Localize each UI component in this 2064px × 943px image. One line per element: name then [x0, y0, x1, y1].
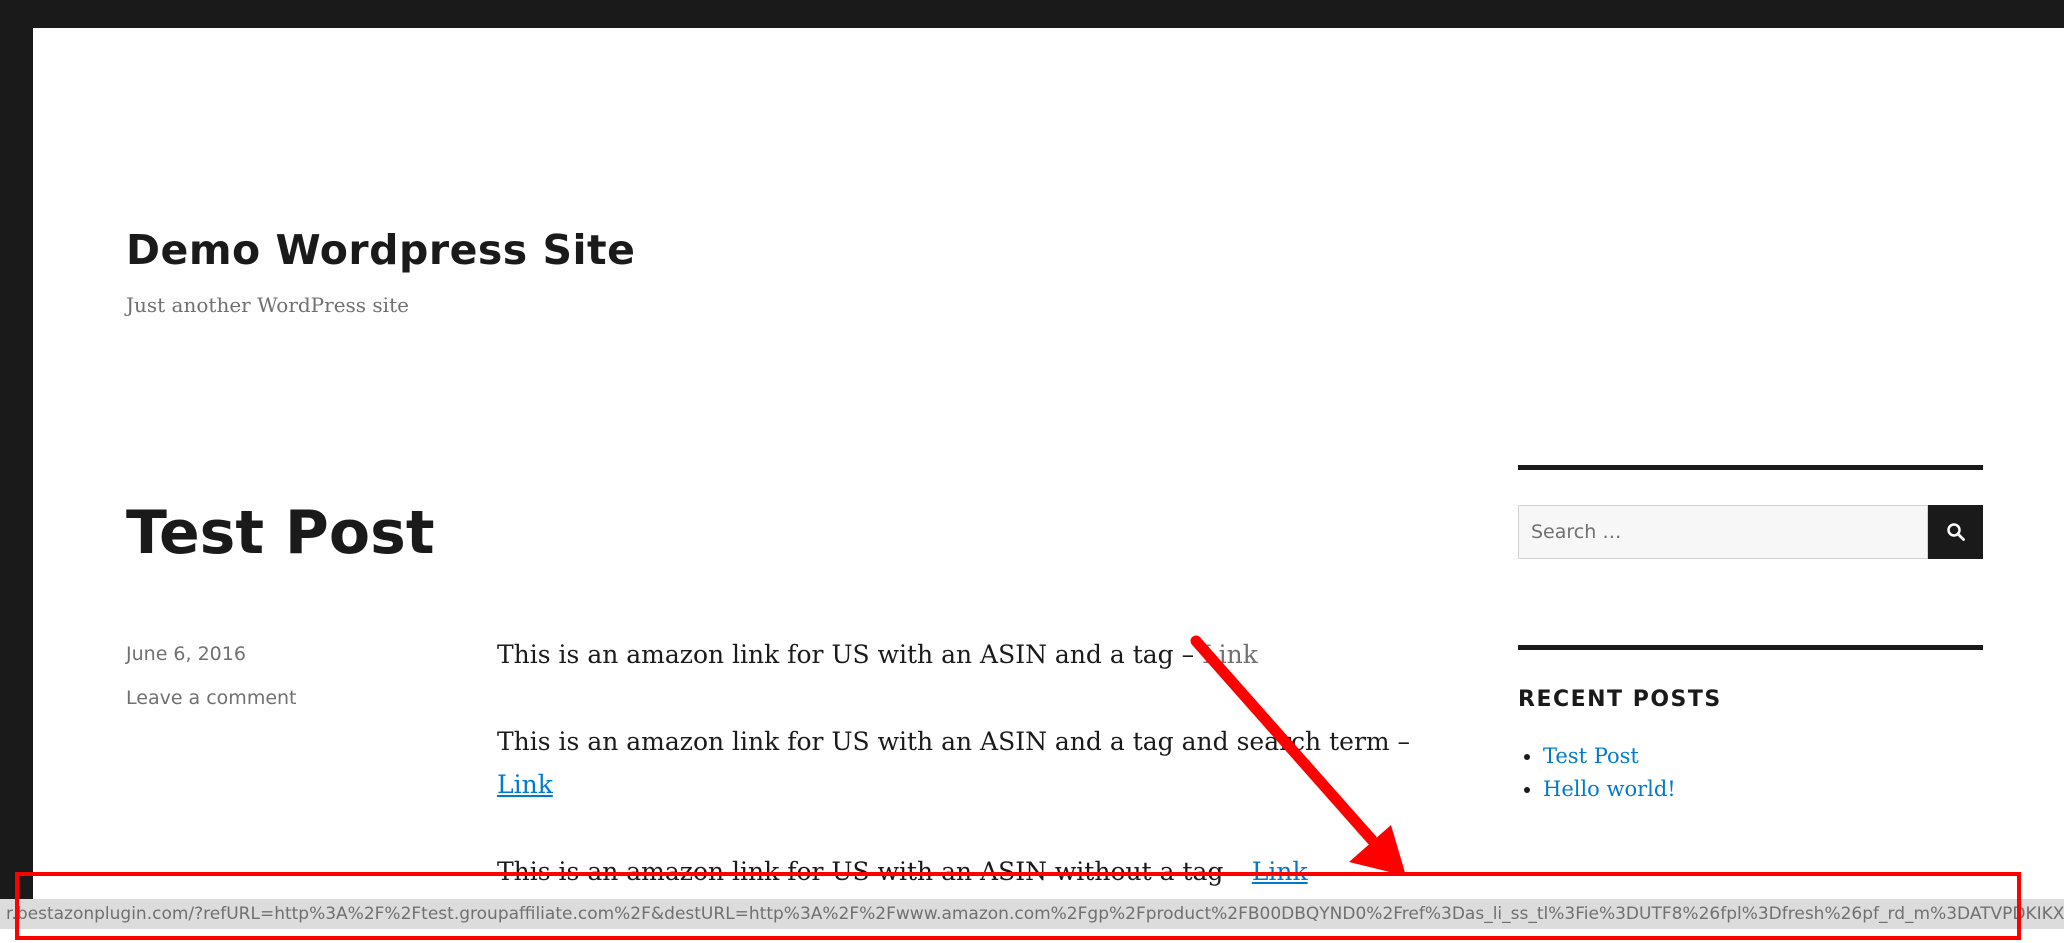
search-button[interactable] — [1928, 505, 1983, 559]
widget-divider — [1518, 645, 1983, 650]
page-area: Demo Wordpress Site Just another WordPre… — [33, 28, 2064, 943]
list-item: Test Post — [1543, 740, 1983, 773]
recent-posts-list: Test Post Hello world! — [1518, 740, 1983, 806]
paragraph-text: This is an amazon link for US with an AS… — [497, 640, 1203, 669]
leave-comment-link[interactable]: Leave a comment — [126, 687, 297, 709]
widget-divider — [1518, 465, 1983, 470]
paragraph-1: This is an amazon link for US with an AS… — [497, 633, 1447, 676]
post-content: This is an amazon link for US with an AS… — [497, 633, 1447, 937]
status-bar-url: r.bestazonplugin.com/?refURL=http%3A%2F%… — [0, 899, 2064, 929]
amazon-link-1[interactable]: Link — [1202, 640, 1258, 669]
paragraph-2: This is an amazon link for US with an AS… — [497, 720, 1447, 806]
search-form — [1518, 505, 1983, 559]
search-input[interactable] — [1518, 505, 1928, 559]
amazon-link-3[interactable]: Link — [1252, 857, 1308, 886]
amazon-link-2[interactable]: Link — [497, 770, 553, 799]
recent-post-link[interactable]: Hello world! — [1543, 777, 1676, 801]
recent-posts-title: RECENT POSTS — [1518, 687, 1722, 712]
recent-post-link[interactable]: Test Post — [1543, 744, 1639, 768]
site-description: Just another WordPress site — [126, 293, 409, 317]
list-item: Hello world! — [1543, 773, 1983, 806]
paragraph-text: This is an amazon link for US with an AS… — [497, 857, 1252, 886]
post-date-link[interactable]: June 6, 2016 — [126, 643, 246, 665]
bottom-strip — [0, 929, 2064, 943]
paragraph-text: This is an amazon link for US with an AS… — [497, 727, 1411, 756]
paragraph-3: This is an amazon link for US with an AS… — [497, 850, 1447, 893]
search-icon — [1946, 523, 1965, 541]
post-title: Test Post — [126, 498, 435, 568]
sidebar: RECENT POSTS Test Post Hello world! — [1518, 465, 1983, 806]
site-title[interactable]: Demo Wordpress Site — [126, 226, 635, 274]
